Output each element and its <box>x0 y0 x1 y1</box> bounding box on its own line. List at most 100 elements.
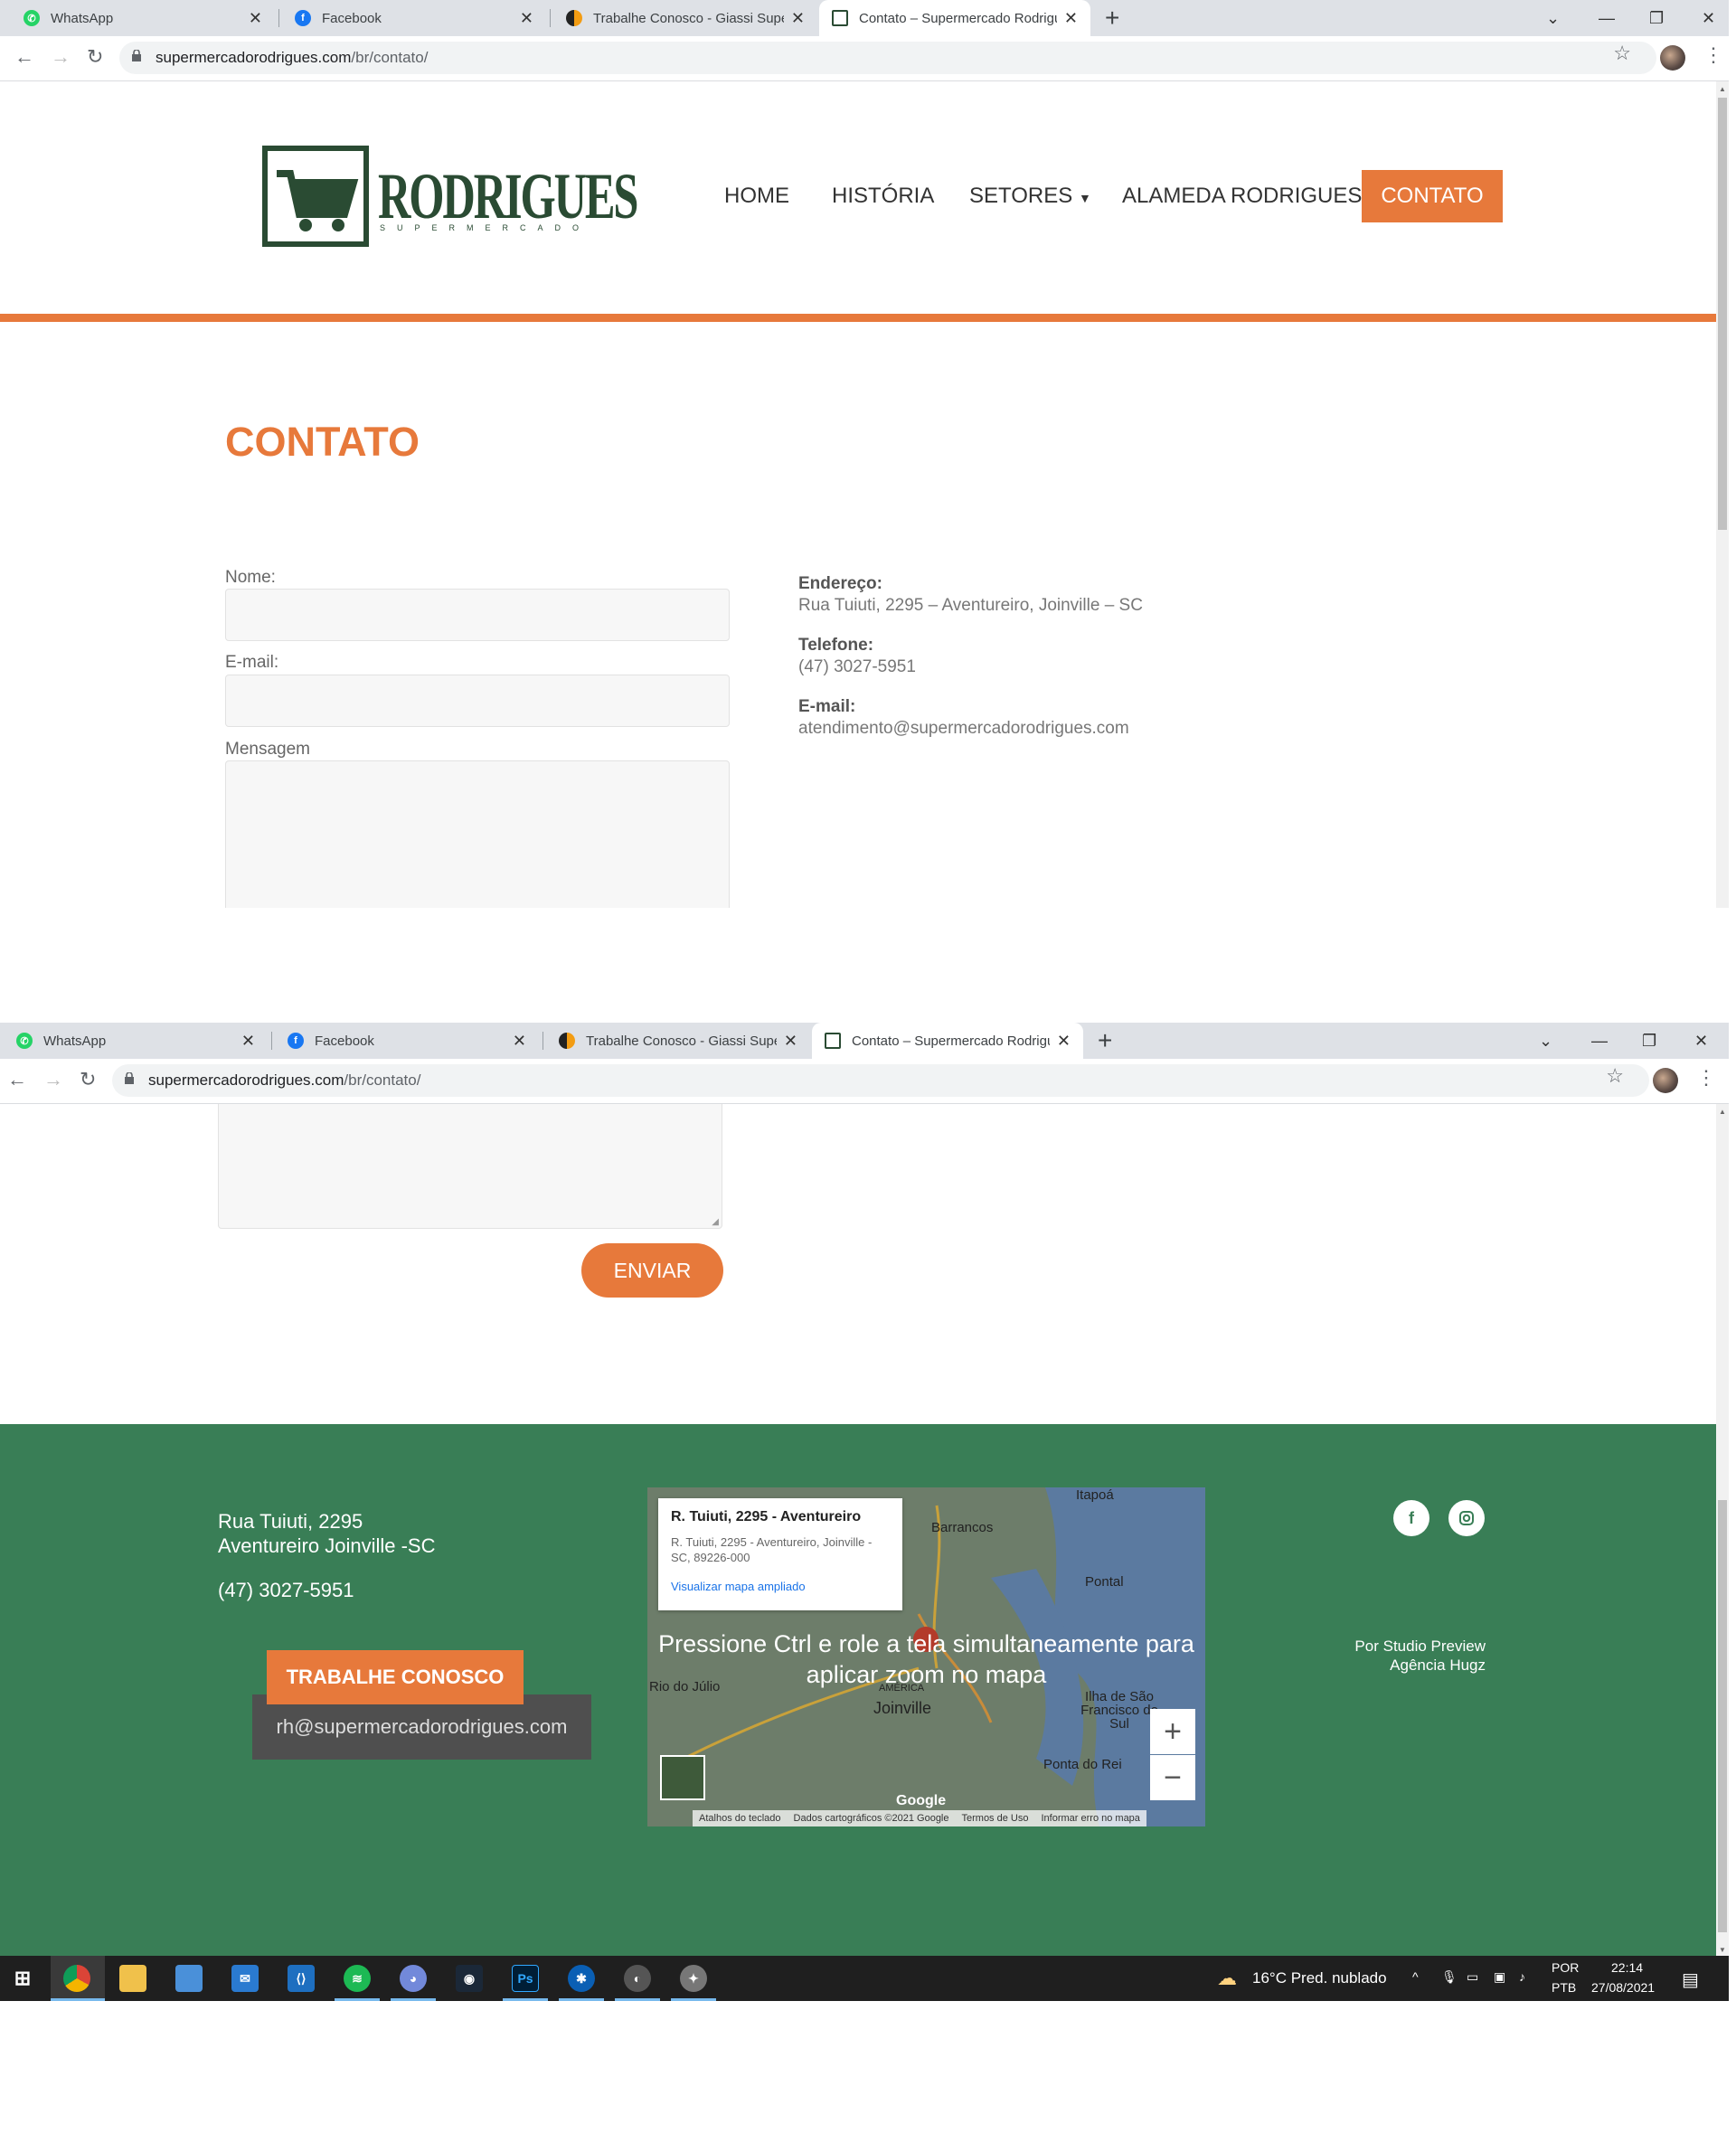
volume-icon[interactable]: ♪ <box>1519 1969 1525 1984</box>
name-label: Nome: <box>225 568 276 587</box>
scrollbar[interactable]: ▲ ▼ <box>1716 1104 1729 1956</box>
keyboard-layout[interactable]: PTB <box>1552 1980 1576 1995</box>
tab-whatsapp[interactable]: ✆ WhatsApp ✕ <box>4 1023 268 1059</box>
close-icon[interactable]: ✕ <box>241 1032 255 1051</box>
work-with-us-button[interactable]: TRABALHE CONOSCO <box>267 1650 524 1704</box>
photoshop-icon[interactable]: Ps <box>512 1965 539 1992</box>
steam-icon[interactable]: ◉ <box>456 1965 483 1992</box>
new-tab-icon[interactable]: + <box>1105 4 1119 33</box>
address-bar[interactable]: supermercadorodrigues.com/br/contato/ <box>119 42 1656 74</box>
tab-facebook[interactable]: f Facebook ✕ <box>275 1023 539 1059</box>
submit-button[interactable]: ENVIAR <box>581 1243 723 1298</box>
menu-historia[interactable]: HISTÓRIA <box>832 184 934 209</box>
scroll-up-icon[interactable]: ▲ <box>1719 85 1726 93</box>
message-textarea[interactable]: ◢ <box>218 1104 722 1229</box>
facebook-icon[interactable]: f <box>1393 1500 1429 1536</box>
close-icon[interactable]: ✕ <box>1057 1032 1071 1051</box>
close-icon[interactable]: ✕ <box>249 9 262 28</box>
back-icon[interactable]: ← <box>14 45 34 69</box>
map-embed[interactable]: Itapoá Barrancos Pontal Rio do Júlio Joi… <box>647 1487 1205 1826</box>
close-icon[interactable]: ✕ <box>784 1032 797 1051</box>
menu-alameda[interactable]: ALAMEDA RODRIGUES <box>1122 184 1362 209</box>
back-icon[interactable]: ← <box>7 1068 27 1091</box>
new-tab-icon[interactable]: + <box>1098 1026 1112 1055</box>
discord-icon[interactable]: ◕ <box>400 1965 427 1992</box>
tray-chevron-icon[interactable]: ^ <box>1412 1969 1419 1984</box>
instagram-icon[interactable] <box>1448 1500 1485 1536</box>
map-satellite-toggle[interactable] <box>660 1755 705 1800</box>
map-report-link[interactable]: Informar erro no mapa <box>1034 1813 1146 1824</box>
close-icon[interactable]: ✕ <box>791 9 805 28</box>
tab-giassi[interactable]: Trabalhe Conosco - Giassi Supermercados … <box>553 0 817 36</box>
window-close-icon[interactable]: ✕ <box>1702 0 1715 36</box>
battlenet-icon[interactable]: ✱ <box>568 1965 595 1992</box>
restore-icon[interactable]: ❐ <box>1649 0 1664 36</box>
forward-icon[interactable]: → <box>51 45 71 69</box>
scrollbar[interactable]: ▲ <box>1716 81 1729 908</box>
battery-icon[interactable]: ▭ <box>1467 1969 1478 1985</box>
map-label-pontal: Pontal <box>1085 1574 1124 1590</box>
tab-search-icon[interactable]: ⌄ <box>1539 1023 1552 1059</box>
profile-avatar[interactable] <box>1653 1068 1678 1093</box>
spotify-icon[interactable]: ≋ <box>344 1965 371 1992</box>
tab-facebook[interactable]: f Facebook ✕ <box>282 0 546 36</box>
forward-icon[interactable]: → <box>43 1068 63 1091</box>
credit-studio[interactable]: Por Studio Preview <box>1354 1638 1486 1656</box>
resize-handle-icon[interactable]: ◢ <box>712 1217 719 1227</box>
minimize-icon[interactable]: — <box>1599 0 1615 36</box>
map-terms-link[interactable]: Termos de Uso <box>956 1813 1035 1824</box>
bookmark-star-icon[interactable]: ☆ <box>1606 1064 1624 1088</box>
map-keyboard-shortcuts[interactable]: Atalhos do teclado <box>693 1813 788 1824</box>
tab-contato[interactable]: Contato – Supermercado Rodrigues ✕ <box>819 0 1090 36</box>
bookmark-star-icon[interactable]: ☆ <box>1613 42 1631 65</box>
network-icon[interactable]: ▣ <box>1494 1969 1505 1985</box>
profile-avatar[interactable] <box>1660 45 1685 71</box>
microsoft-store-icon[interactable] <box>175 1965 203 1992</box>
clock-time[interactable]: 22:14 <box>1611 1960 1643 1975</box>
minimize-icon[interactable]: — <box>1591 1023 1608 1059</box>
close-icon[interactable]: ✕ <box>513 1032 526 1051</box>
close-icon[interactable]: ✕ <box>1064 9 1078 28</box>
tab-giassi[interactable]: Trabalhe Conosco - Giassi Supermercados … <box>546 1023 810 1059</box>
restore-icon[interactable]: ❐ <box>1642 1023 1656 1059</box>
map-zoom-out-button[interactable]: − <box>1150 1755 1195 1800</box>
app-icon[interactable]: ✦ <box>680 1965 707 1992</box>
windows-start-icon[interactable]: ⊞ <box>9 1965 36 1992</box>
window-close-icon[interactable]: ✕ <box>1694 1023 1708 1059</box>
chrome-icon[interactable] <box>63 1965 90 1992</box>
mail-icon[interactable]: ✉ <box>231 1965 259 1992</box>
menu-setores[interactable]: SETORES ▼ <box>969 184 1091 209</box>
scroll-up-icon[interactable]: ▲ <box>1719 1108 1726 1116</box>
map-view-larger-link[interactable]: Visualizar mapa ampliado <box>671 1580 890 1593</box>
tab-contato[interactable]: Contato – Supermercado Rodrigues ✕ <box>812 1023 1083 1059</box>
name-input[interactable] <box>225 589 730 641</box>
address-bar[interactable]: supermercadorodrigues.com/br/contato/ <box>112 1064 1649 1097</box>
clock-date[interactable]: 27/08/2021 <box>1591 1980 1655 1995</box>
map-place-card: R. Tuiuti, 2295 - Aventureiro R. Tuiuti,… <box>658 1498 902 1610</box>
vscode-icon[interactable]: ⟨⟩ <box>288 1965 315 1992</box>
email-input[interactable] <box>225 675 730 727</box>
message-textarea[interactable] <box>225 760 730 908</box>
weather-icon[interactable]: ☁ <box>1217 1967 1237 1990</box>
file-explorer-icon[interactable] <box>119 1965 146 1992</box>
credit-agency[interactable]: Agência Hugz <box>1390 1656 1486 1675</box>
menu-kebab-icon[interactable]: ⋮ <box>1703 43 1723 67</box>
close-icon[interactable]: ✕ <box>520 9 533 28</box>
reload-icon[interactable]: ↻ <box>80 1068 96 1091</box>
microphone-icon[interactable]: 🎙 <box>1441 1969 1458 1985</box>
weather-text[interactable]: 16°C Pred. nublado <box>1252 1969 1387 1987</box>
tab-whatsapp[interactable]: ✆ WhatsApp ✕ <box>11 0 275 36</box>
scrollbar-thumb[interactable] <box>1718 1500 1727 1932</box>
menu-contato[interactable]: CONTATO <box>1362 170 1503 222</box>
language-code[interactable]: POR <box>1552 1960 1579 1975</box>
map-zoom-in-button[interactable]: + <box>1150 1709 1195 1754</box>
reload-icon[interactable]: ↻ <box>87 45 103 69</box>
scroll-down-icon[interactable]: ▼ <box>1719 1946 1726 1954</box>
notifications-icon[interactable]: ▤ <box>1682 1968 1699 1991</box>
scrollbar-thumb[interactable] <box>1718 98 1727 530</box>
overwatch-icon[interactable]: ◐ <box>624 1965 651 1992</box>
menu-home[interactable]: HOME <box>724 184 789 209</box>
tab-search-icon[interactable]: ⌄ <box>1546 0 1560 36</box>
menu-kebab-icon[interactable]: ⋮ <box>1696 1066 1716 1090</box>
logo-cart-icon[interactable] <box>262 146 369 247</box>
